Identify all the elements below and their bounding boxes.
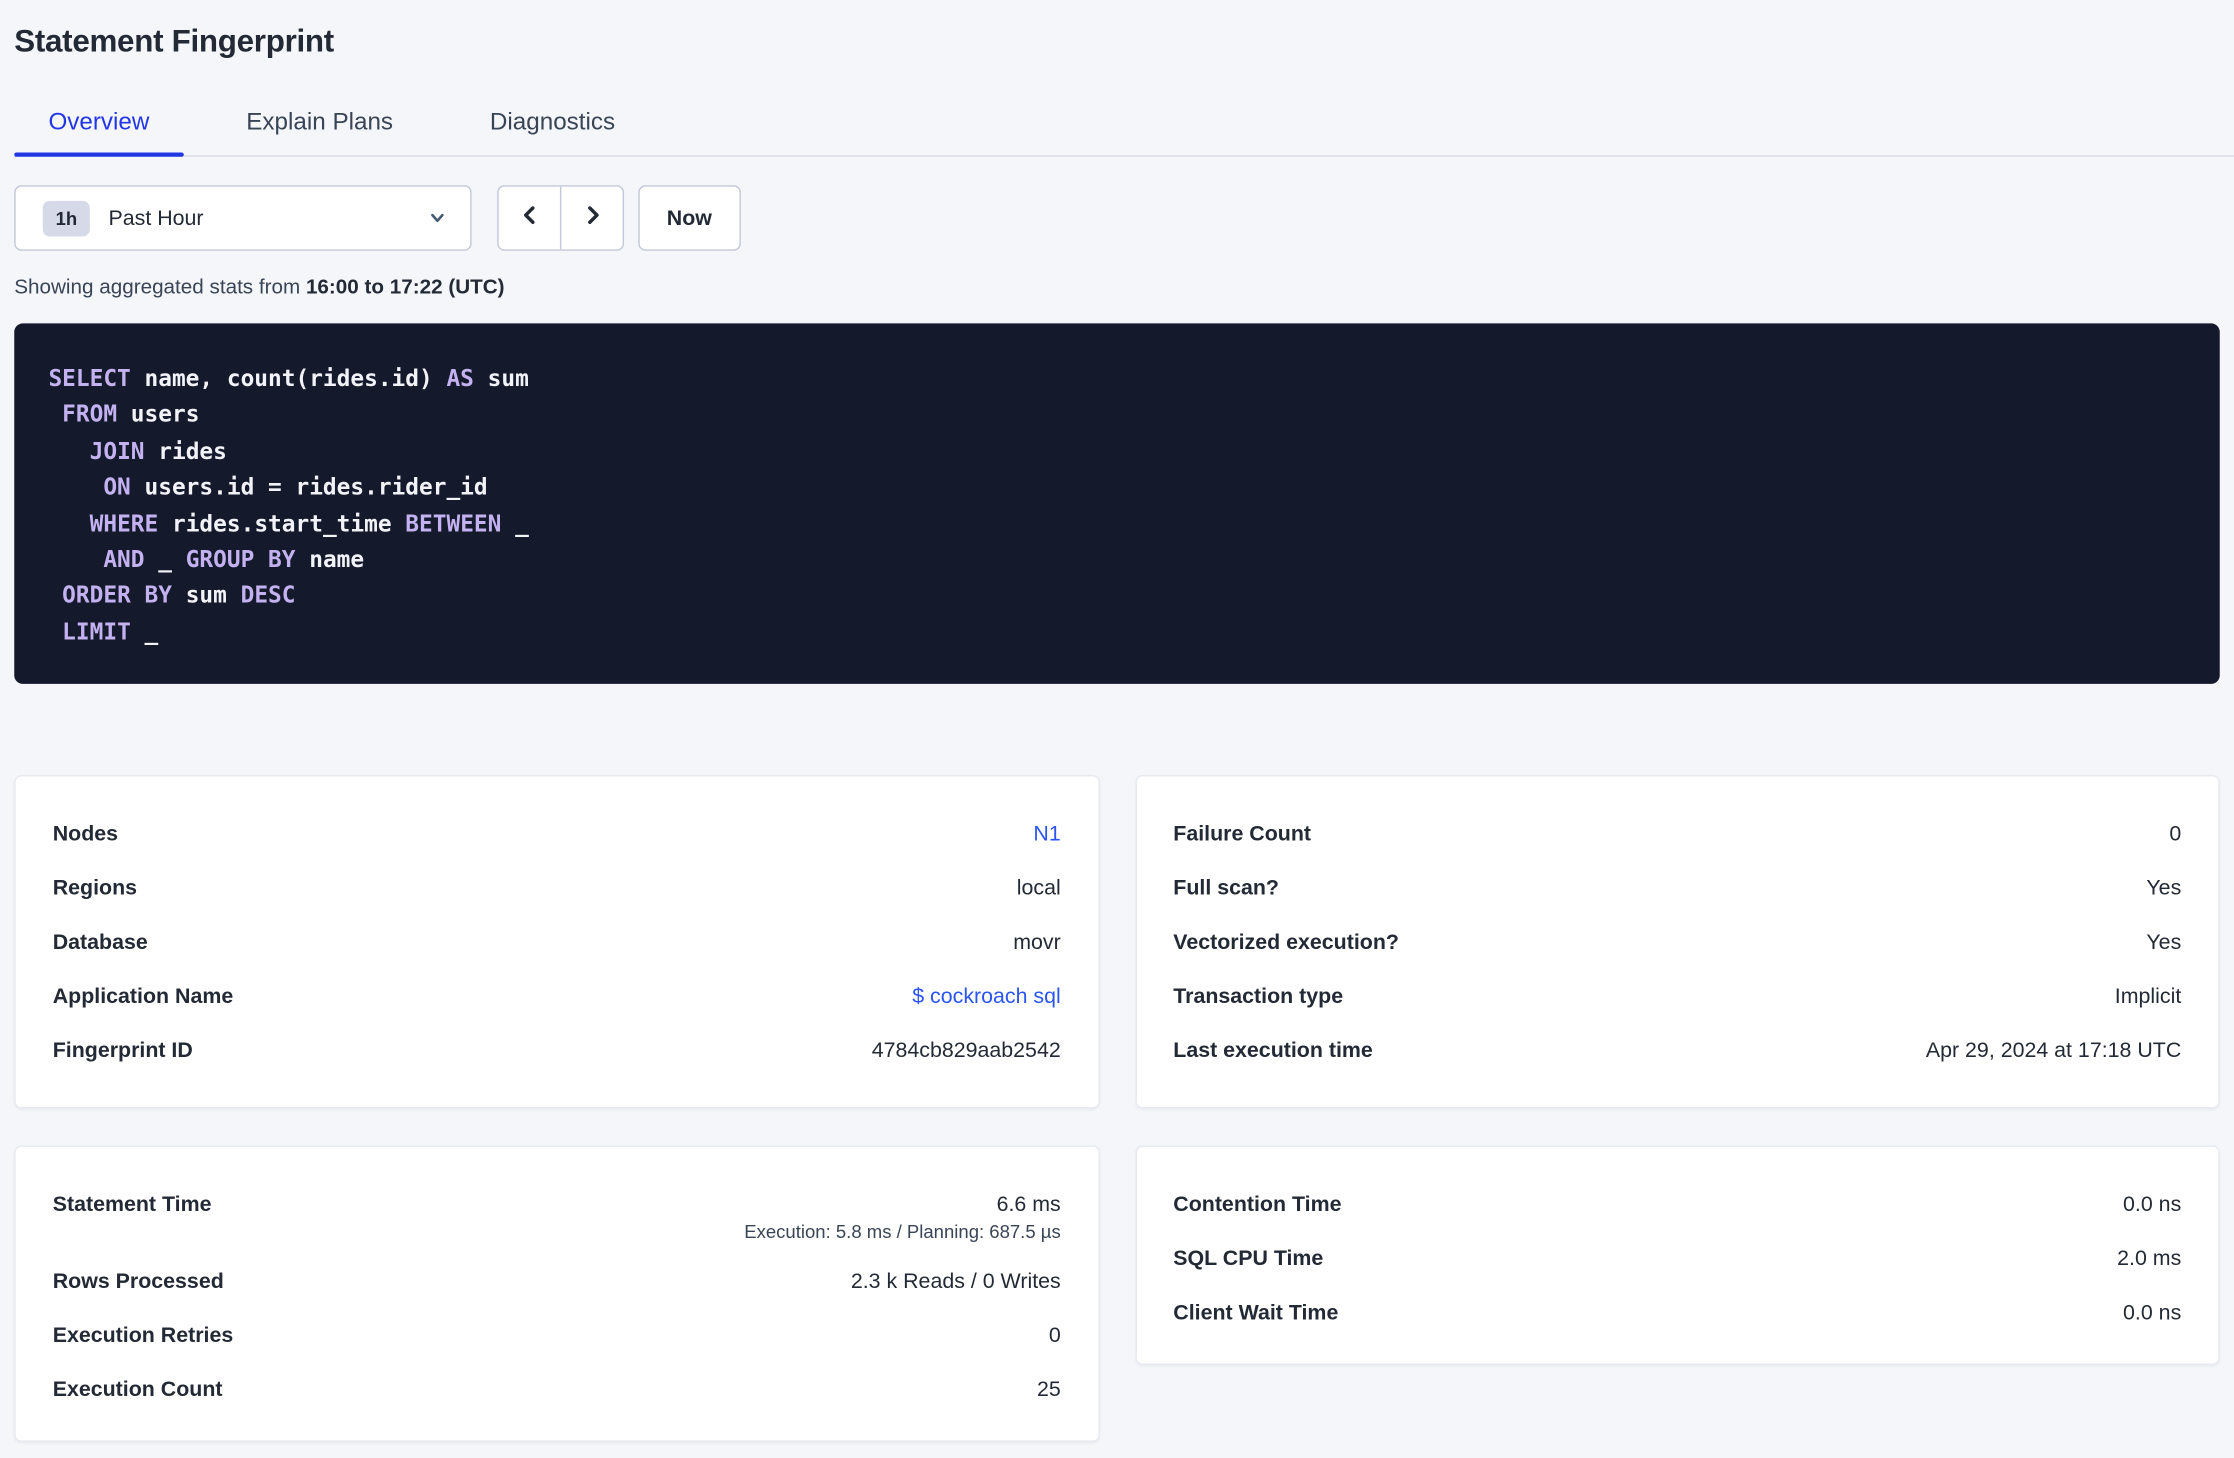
page-title: Statement Fingerprint [14, 22, 334, 59]
sql-statement: SELECT name, count(rides.id) AS sum FROM… [48, 360, 2185, 650]
page: Statement Fingerprint Overview Explain Pl… [0, 0, 2234, 1458]
row-label: Database [52, 929, 148, 954]
row-value: 0 [1048, 1322, 1061, 1348]
sql-line: ON users.id = rides.rider_id [103, 473, 488, 501]
row-label: Failure Count [1173, 821, 1312, 846]
row-value: 4784cb829aab2542 [871, 1037, 1061, 1063]
time-controls: 1h Past Hour Now [14, 185, 2234, 251]
row-label: SQL CPU Time [1173, 1245, 1324, 1271]
sql-line: SELECT name, count(rides.id) AS sum [48, 364, 529, 392]
row-label: Client Wait Time [1173, 1300, 1339, 1325]
row-value-link[interactable]: N1 [1033, 821, 1060, 845]
tabs-bar: Overview Explain Plans Diagnostics [14, 93, 2234, 157]
row-value: Yes [2146, 929, 2182, 954]
tab-explain-plans[interactable]: Explain Plans [212, 93, 427, 156]
chevron-left-icon [518, 203, 541, 233]
card-row: Execution Retries 0 [53, 1308, 1061, 1362]
tab-diagnostics[interactable]: Diagnostics [456, 93, 650, 156]
row-label: Vectorized execution? [1173, 929, 1399, 954]
execution-attributes-card: Failure Count 0 Full scan? Yes Vectorized ex… [1134, 775, 2220, 1109]
row-label: Fingerprint ID [52, 1037, 193, 1063]
sql-line: AND _ GROUP BY name [103, 545, 365, 573]
wait-times-card: Contention Time 0.0 ns SQL CPU Time 2.0 ms C… [1134, 1145, 2220, 1365]
row-subtext: Execution: 5.8 ms / Planning: 687.5 µs [744, 1221, 1061, 1243]
summary-cards-row: Nodes N1 Regions local Database movr Applicati… [14, 775, 2220, 1109]
next-interval-button[interactable] [559, 186, 623, 250]
row-value: movr [1013, 929, 1061, 954]
row-value: Yes [2146, 875, 2182, 900]
sql-statement-box: SELECT name, count(rides.id) AS sum FROM… [14, 323, 2220, 684]
sql-line: FROM users [62, 400, 200, 429]
chevron-down-icon [427, 208, 447, 228]
stats-caption-range: 16:00 to 17:22 (UTC) [305, 276, 505, 300]
row-label: Last execution time [1173, 1037, 1373, 1063]
duration-badge: 1h [42, 200, 91, 236]
card-row: Regions local [53, 861, 1061, 915]
tab-overview[interactable]: Overview [14, 93, 184, 157]
time-step-group [497, 185, 625, 251]
card-row: Fingerprint ID 4784cb829aab2542 [53, 1023, 1061, 1077]
row-label: Contention Time [1173, 1191, 1342, 1217]
card-row: SQL CPU Time 2.0 ms [1173, 1231, 2181, 1285]
row-value: 2.3 k Reads / 0 Writes [850, 1268, 1061, 1293]
row-value: 6.6 ms [996, 1191, 1061, 1217]
card-row: Execution Count 25 [53, 1362, 1061, 1416]
sql-line: ORDER BY sum DESC [62, 581, 296, 609]
row-value: Apr 29, 2024 at 17:18 UTC [1925, 1037, 2182, 1063]
sql-line: JOIN rides [89, 437, 227, 465]
row-label: Regions [52, 875, 138, 900]
performance-cards-row: Statement Time 6.6 ms Execution: 5.8 ms / … [14, 1145, 2220, 1442]
chevron-right-icon [581, 203, 604, 233]
row-label: Transaction type [1173, 983, 1344, 1009]
row-value: 25 [1036, 1377, 1061, 1402]
card-row: Statement Time 6.6 ms Execution: 5.8 ms / … [53, 1177, 1061, 1243]
row-label: Nodes [52, 821, 119, 846]
card-row: Last execution time Apr 29, 2024 at 17:18… [1173, 1023, 2181, 1077]
stats-caption-prefix: Showing aggregated stats from [14, 276, 306, 300]
card-row: Database movr [53, 915, 1061, 969]
row-label: Rows Processed [52, 1268, 224, 1293]
row-label: Statement Time [52, 1191, 212, 1217]
row-value: 0.0 ns [2123, 1191, 2182, 1217]
row-label: Execution Count [52, 1377, 223, 1402]
card-row: Application Name $ cockroach sql [53, 969, 1061, 1023]
stats-caption: Showing aggregated stats from 16:00 to 1… [14, 275, 2234, 301]
card-row: Client Wait Time 0.0 ns [1173, 1285, 2181, 1339]
card-row: Full scan? Yes [1173, 861, 2181, 915]
statement-performance-card: Statement Time 6.6 ms Execution: 5.8 ms / … [14, 1145, 1100, 1442]
card-row: Rows Processed 2.3 k Reads / 0 Writes [53, 1254, 1061, 1308]
row-value: 2.0 ms [2117, 1245, 2182, 1271]
sql-line: LIMIT _ [62, 618, 159, 646]
time-range-dropdown[interactable]: 1h Past Hour [14, 185, 472, 251]
sql-line: WHERE rides.start_time BETWEEN _ [89, 509, 529, 537]
row-value: 0 [2169, 821, 2182, 846]
row-value: Implicit [2114, 983, 2182, 1009]
statement-details-card: Nodes N1 Regions local Database movr Applicati… [14, 775, 1100, 1109]
card-row: Nodes N1 [53, 806, 1061, 860]
card-row: Vectorized execution? Yes [1173, 915, 2181, 969]
card-row: Failure Count 0 [1173, 806, 2181, 860]
row-value-link[interactable]: $ cockroach sql [912, 984, 1060, 1008]
prev-interval-button[interactable] [499, 187, 560, 250]
row-value: local [1016, 875, 1061, 900]
row-label: Full scan? [1173, 875, 1279, 900]
row-label: Application Name [52, 983, 234, 1009]
now-button[interactable]: Now [638, 185, 741, 251]
row-label: Execution Retries [52, 1322, 234, 1348]
row-value: 0.0 ns [2123, 1300, 2182, 1325]
card-row: Transaction type Implicit [1173, 969, 2181, 1023]
card-row: Contention Time 0.0 ns [1173, 1177, 2181, 1231]
time-range-label: Past Hour [108, 205, 204, 231]
